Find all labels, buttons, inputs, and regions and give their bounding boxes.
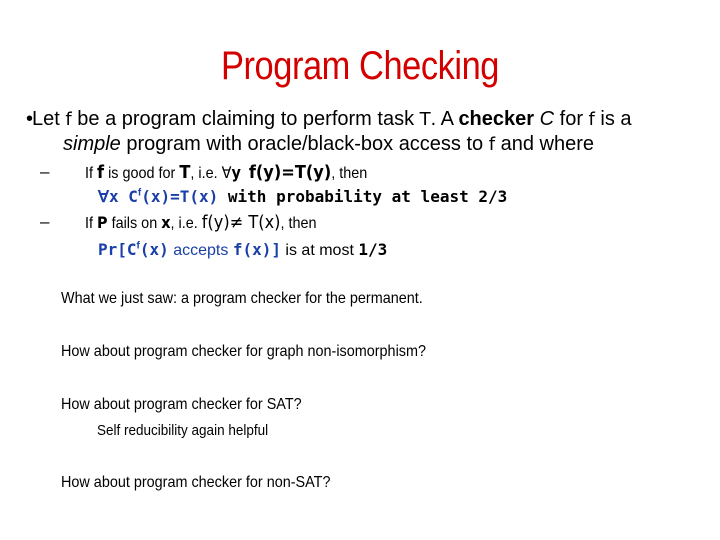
text: is at most xyxy=(280,242,359,259)
math-expr: Pr[C xyxy=(98,240,137,259)
math-T: T xyxy=(179,162,191,183)
math-expr: x C xyxy=(108,187,138,206)
bound-value: 1/3 xyxy=(358,240,388,259)
dash-marker: – xyxy=(40,162,50,181)
text: is a xyxy=(594,108,632,130)
slide-title: Program Checking xyxy=(221,44,499,88)
text: be a program claiming to perform task xyxy=(71,108,420,130)
math-x: x xyxy=(161,213,171,232)
bullet-line-2: simple program with oracle/black-box acc… xyxy=(63,133,594,156)
text: If xyxy=(85,215,98,232)
dash-marker: – xyxy=(40,212,50,231)
accepts-text: accepts xyxy=(168,242,233,259)
text: , then xyxy=(331,165,368,182)
text: If xyxy=(85,165,98,182)
forall-symbol: ∀ xyxy=(221,165,232,182)
text: for xyxy=(554,108,589,130)
sub-item-2: If P fails on x, i.e. f(y)≠ T(x), then xyxy=(85,212,317,233)
math-expr: (x) xyxy=(139,240,169,259)
math-expr: f(x)] xyxy=(232,240,281,259)
paragraph-non-sat: How about program checker for non-SAT? xyxy=(61,474,331,491)
math-P: P xyxy=(97,213,108,232)
paragraph-graph-non-isomorphism: How about program checker for graph non-… xyxy=(61,343,426,360)
simple-term: simple xyxy=(63,133,121,155)
paragraph-self-reducibility: Self reducibility again helpful xyxy=(97,422,269,439)
sub-item-1-consequence: ∀x Cf(x)=T(x) with probability at least … xyxy=(98,187,507,207)
text: and where xyxy=(495,133,595,155)
text: fails on xyxy=(107,215,162,232)
sub-item-1: If f is good for T, i.e. ∀y f(y)=T(y), t… xyxy=(85,162,367,183)
sub-item-2-consequence: Pr[Cf(x) accepts f(x)] is at most 1/3 xyxy=(98,240,387,260)
text: Let xyxy=(32,108,66,130)
checker-term: checker xyxy=(458,108,535,130)
paragraph-sat: How about program checker for SAT? xyxy=(61,396,302,413)
text: , i.e. xyxy=(190,165,222,182)
text: , i.e. xyxy=(170,215,202,232)
math-T: T xyxy=(419,109,431,130)
math-expr: (x)=T(x) xyxy=(141,187,219,206)
text: , then xyxy=(280,215,317,232)
text: . A xyxy=(430,108,459,130)
bullet-line-1: Let f be a program claiming to perform t… xyxy=(32,108,632,131)
text: program with oracle/black-box access to xyxy=(120,133,489,155)
math-y: y xyxy=(231,163,241,182)
math-equation: f(y)=T(y) xyxy=(248,162,332,183)
paragraph-permanent: What we just saw: a program checker for … xyxy=(61,290,423,307)
forall-symbol: ∀ xyxy=(98,189,109,206)
math-equation: f(y)≠ T(x) xyxy=(201,212,281,233)
math-C: C xyxy=(539,108,555,130)
probability-text: with probability at least 2/3 xyxy=(218,187,508,206)
text: is good for xyxy=(104,165,180,182)
